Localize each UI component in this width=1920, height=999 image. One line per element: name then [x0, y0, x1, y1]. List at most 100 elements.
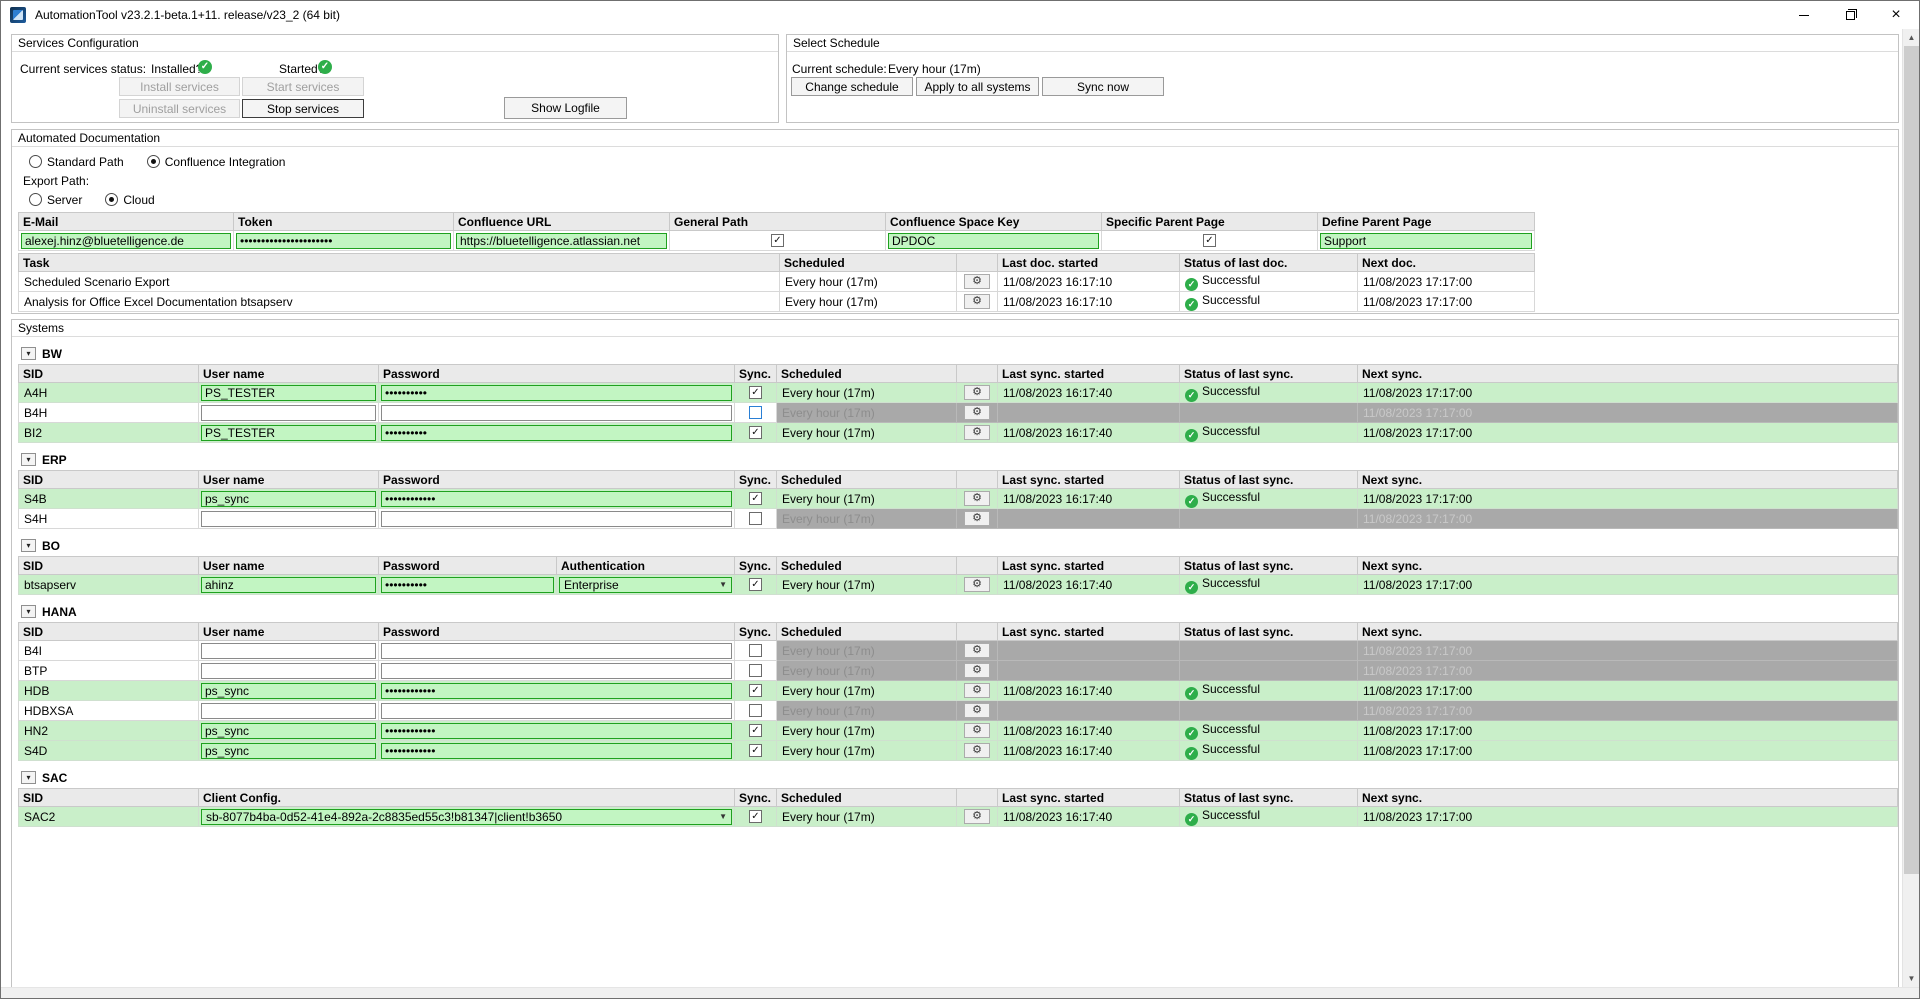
scheduled-cell: Every hour (17m) [777, 681, 957, 701]
username-input[interactable] [201, 577, 376, 593]
column-header: Sync. [735, 471, 777, 489]
confluence-integration-radio[interactable] [147, 155, 160, 168]
schedule-gear-button[interactable]: ⚙ [964, 809, 990, 824]
client-config-select[interactable]: sb-8077b4ba-0d52-41e4-892a-2c8835ed55c3!… [201, 809, 732, 825]
sync-checkbox[interactable]: ✓ [749, 810, 762, 823]
sync-checkbox[interactable]: ✓ [749, 492, 762, 505]
specific-parent-page-checkbox[interactable]: ✓ [1203, 234, 1216, 247]
username-input[interactable] [201, 405, 376, 421]
token-field[interactable] [236, 233, 451, 249]
schedule-gear-button[interactable]: ⚙ [964, 703, 990, 718]
change-schedule-button[interactable]: Change schedule [791, 77, 913, 96]
schedule-gear-button[interactable]: ⚙ [964, 425, 990, 440]
password-input[interactable] [381, 743, 732, 759]
sync-checkbox[interactable]: ✓ [749, 744, 762, 757]
collapse-button-bo[interactable]: ▾ [21, 539, 36, 552]
password-input[interactable] [381, 425, 732, 441]
column-header: Next sync. [1358, 557, 1898, 575]
username-input[interactable] [201, 385, 376, 401]
scroll-up-icon[interactable]: ▲ [1903, 29, 1920, 46]
sync-checkbox[interactable]: ✓ [749, 684, 762, 697]
username-input[interactable] [201, 703, 376, 719]
sync-checkbox[interactable] [749, 406, 762, 419]
restore-button[interactable] [1827, 1, 1873, 29]
username-input[interactable] [201, 491, 376, 507]
install-services-button[interactable]: Install services [119, 77, 240, 96]
schedule-gear-button[interactable]: ⚙ [964, 294, 990, 309]
sync-checkbox[interactable] [749, 664, 762, 677]
authentication-select[interactable]: Enterprise▼ [559, 577, 732, 593]
schedule-gear-button[interactable]: ⚙ [964, 405, 990, 420]
schedule-gear-button[interactable]: ⚙ [964, 743, 990, 758]
column-header: Define Parent Page [1318, 213, 1535, 231]
standard-path-radio[interactable] [29, 155, 42, 168]
password-input[interactable] [381, 683, 732, 699]
password-input[interactable] [381, 577, 554, 593]
password-input[interactable] [381, 723, 732, 739]
schedule-gear-button[interactable]: ⚙ [964, 577, 990, 592]
start-services-button[interactable]: Start services [242, 77, 364, 96]
username-input[interactable] [201, 683, 376, 699]
vertical-scrollbar[interactable]: ▲ ▼ [1902, 29, 1919, 987]
password-input[interactable] [381, 385, 732, 401]
password-input[interactable] [381, 663, 732, 679]
password-input[interactable] [381, 643, 732, 659]
sync-checkbox[interactable]: ✓ [749, 724, 762, 737]
schedule-gear-button[interactable]: ⚙ [964, 491, 990, 506]
column-header: Last doc. started [998, 254, 1180, 272]
schedule-gear-button[interactable]: ⚙ [964, 683, 990, 698]
confluence-url-field[interactable] [456, 233, 667, 249]
username-input[interactable] [201, 723, 376, 739]
username-input[interactable] [201, 425, 376, 441]
schedule-gear-button[interactable]: ⚙ [964, 663, 990, 678]
sync-checkbox[interactable]: ✓ [749, 578, 762, 591]
general-path-checkbox[interactable]: ✓ [771, 234, 784, 247]
column-header: Scheduled [777, 365, 957, 383]
schedule-gear-button[interactable]: ⚙ [964, 385, 990, 400]
sync-checkbox[interactable] [749, 644, 762, 657]
schedule-gear-button[interactable]: ⚙ [964, 511, 990, 526]
scroll-down-icon[interactable]: ▼ [1903, 970, 1920, 987]
sync-checkbox[interactable]: ✓ [749, 386, 762, 399]
column-header: Client Config. [199, 789, 735, 807]
schedule-gear-button[interactable]: ⚙ [964, 643, 990, 658]
password-input[interactable] [381, 703, 732, 719]
cloud-radio[interactable] [105, 193, 118, 206]
stop-services-button[interactable]: Stop services [242, 99, 364, 118]
gear-icon: ⚙ [972, 645, 982, 656]
sync-checkbox[interactable]: ✓ [749, 426, 762, 439]
schedule-gear-button[interactable]: ⚙ [964, 723, 990, 738]
sync-checkbox[interactable] [749, 704, 762, 717]
password-input[interactable] [381, 511, 732, 527]
schedule-gear-button[interactable]: ⚙ [964, 274, 990, 289]
username-input[interactable] [201, 643, 376, 659]
gear-icon: ⚙ [972, 427, 982, 438]
uninstall-services-button[interactable]: Uninstall services [119, 99, 240, 118]
collapse-button-sac[interactable]: ▾ [21, 771, 36, 784]
password-input[interactable] [381, 491, 732, 507]
collapse-button-hana[interactable]: ▾ [21, 605, 36, 618]
close-button[interactable]: × [1873, 1, 1919, 29]
column-header: Password [379, 471, 735, 489]
group-name-hana: HANA [42, 605, 77, 619]
sync-now-button[interactable]: Sync now [1042, 77, 1164, 96]
scrollbar-thumb[interactable] [1904, 46, 1919, 874]
username-input[interactable] [201, 663, 376, 679]
sync-checkbox[interactable] [749, 512, 762, 525]
password-input[interactable] [381, 405, 732, 421]
space-key-field[interactable] [888, 233, 1099, 249]
last-sync-started-cell: 11/08/2023 16:17:40 [998, 681, 1180, 701]
minimize-button[interactable] [1781, 1, 1827, 29]
show-logfile-button[interactable]: Show Logfile [504, 97, 627, 119]
collapse-button-bw[interactable]: ▾ [21, 347, 36, 360]
server-radio[interactable] [29, 193, 42, 206]
collapse-button-erp[interactable]: ▾ [21, 453, 36, 466]
horizontal-scrollbar[interactable] [1, 987, 1919, 998]
confluence-config-row: ✓✓ [19, 231, 1535, 251]
installed-check-icon: ✓ [198, 60, 212, 74]
email-field[interactable] [21, 233, 231, 249]
username-input[interactable] [201, 743, 376, 759]
apply-to-all-systems-button[interactable]: Apply to all systems [916, 77, 1039, 96]
username-input[interactable] [201, 511, 376, 527]
parent-page-field[interactable] [1320, 233, 1532, 249]
